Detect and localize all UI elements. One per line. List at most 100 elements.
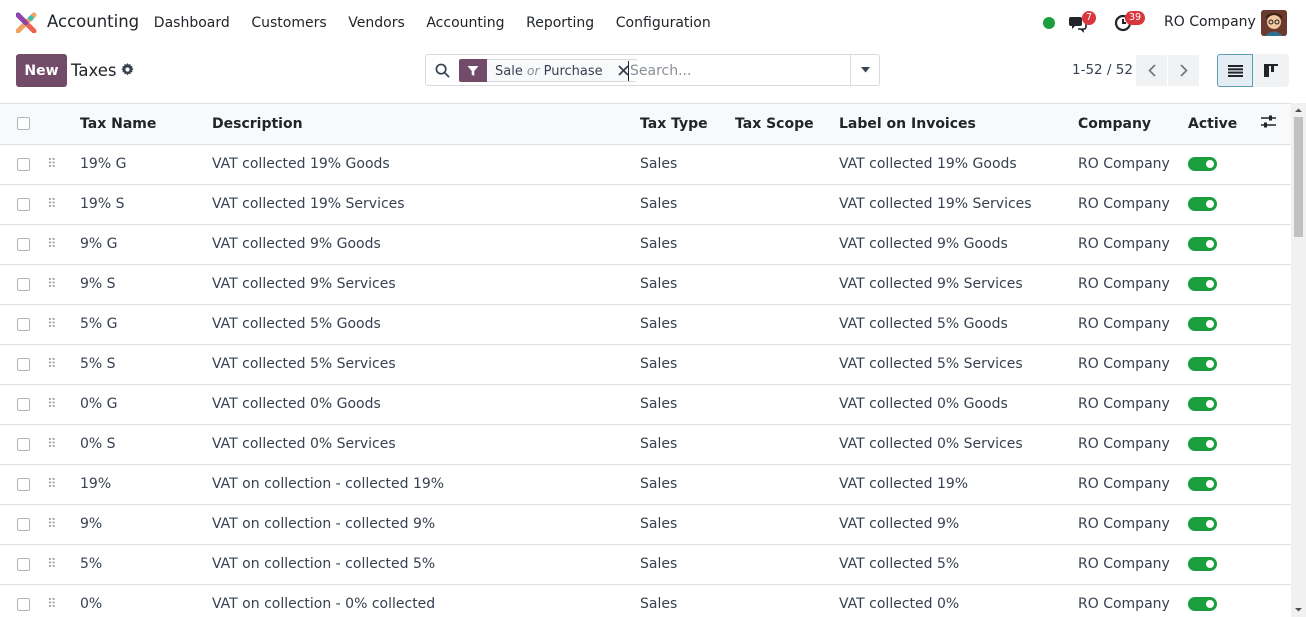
user-avatar[interactable] bbox=[1261, 10, 1287, 36]
table-row[interactable]: ⠿ 19% VAT on collection - collected 19% Sal… bbox=[0, 464, 1291, 505]
scroll-up-arrow-icon[interactable] bbox=[1291, 103, 1306, 118]
cell-company: RO Company bbox=[1078, 584, 1188, 617]
column-active[interactable]: Active bbox=[1188, 104, 1261, 145]
table-row[interactable]: ⠿ 0% S VAT collected 0% Services Sales VAT c… bbox=[0, 424, 1291, 465]
drag-handle-icon[interactable]: ⠿ bbox=[47, 157, 57, 172]
drag-handle-icon[interactable]: ⠿ bbox=[47, 237, 57, 252]
taxes-table: Tax Name Description Tax Type Tax Scope … bbox=[0, 104, 1291, 617]
column-tax-type[interactable]: Tax Type bbox=[640, 104, 735, 145]
scroll-down-arrow-icon[interactable] bbox=[1291, 602, 1306, 617]
row-checkbox[interactable] bbox=[17, 517, 30, 531]
company-switcher[interactable]: RO Company bbox=[1164, 14, 1256, 30]
drag-handle-icon[interactable]: ⠿ bbox=[47, 357, 57, 372]
column-description[interactable]: Description bbox=[212, 104, 640, 145]
drag-handle-icon[interactable]: ⠿ bbox=[47, 517, 57, 532]
menu-reporting[interactable]: Reporting bbox=[515, 15, 605, 31]
active-toggle[interactable] bbox=[1188, 437, 1217, 451]
pager-value[interactable]: 1-52 / 52 bbox=[1072, 62, 1133, 78]
column-company[interactable]: Company bbox=[1078, 104, 1188, 145]
menu-vendors[interactable]: Vendors bbox=[337, 15, 415, 31]
active-toggle[interactable] bbox=[1188, 477, 1217, 491]
cell-tax-name: 0% bbox=[80, 584, 212, 617]
table-row[interactable]: ⠿ 9% G VAT collected 9% Goods Sales VAT coll… bbox=[0, 224, 1291, 265]
table-row[interactable]: ⠿ 0% G VAT collected 0% Goods Sales VAT coll… bbox=[0, 384, 1291, 425]
cell-tax-type: Sales bbox=[640, 304, 735, 345]
active-toggle[interactable] bbox=[1188, 517, 1217, 531]
cell-description: VAT collected 0% Services bbox=[212, 424, 640, 465]
new-button[interactable]: New bbox=[16, 54, 67, 87]
table-row[interactable]: ⠿ 0% VAT on collection - 0% collected Sales… bbox=[0, 584, 1291, 617]
filter-icon bbox=[459, 59, 487, 82]
table-body: ⠿ 19% G VAT collected 19% Goods Sales VAT co… bbox=[0, 144, 1291, 617]
row-checkbox[interactable] bbox=[17, 397, 30, 411]
row-checkbox[interactable] bbox=[17, 357, 30, 371]
row-checkbox[interactable] bbox=[17, 557, 30, 571]
table-row[interactable]: ⠿ 5% S VAT collected 5% Services Sales VAT c… bbox=[0, 344, 1291, 385]
row-checkbox[interactable] bbox=[17, 477, 30, 491]
menu-configuration[interactable]: Configuration bbox=[605, 15, 722, 31]
row-checkbox[interactable] bbox=[17, 277, 30, 291]
table-row[interactable]: ⠿ 5% VAT on collection - collected 5% Sales… bbox=[0, 544, 1291, 585]
row-checkbox[interactable] bbox=[17, 197, 30, 211]
drag-handle-icon[interactable]: ⠿ bbox=[47, 437, 57, 452]
menu-accounting[interactable]: Accounting bbox=[416, 15, 516, 31]
drag-handle-icon[interactable]: ⠿ bbox=[47, 197, 57, 212]
list-view-icon[interactable] bbox=[1217, 54, 1253, 87]
drag-handle-icon[interactable]: ⠿ bbox=[47, 477, 57, 492]
row-checkbox[interactable] bbox=[17, 157, 30, 171]
chevron-left-icon[interactable] bbox=[1136, 55, 1167, 86]
cell-company: RO Company bbox=[1078, 544, 1188, 585]
cell-company: RO Company bbox=[1078, 144, 1188, 185]
drag-handle-icon[interactable]: ⠿ bbox=[47, 277, 57, 292]
caret-down-icon[interactable] bbox=[850, 55, 879, 85]
cell-tax-name: 9% S bbox=[80, 264, 212, 305]
gear-icon[interactable] bbox=[121, 63, 134, 76]
scrollbar-thumb[interactable] bbox=[1294, 117, 1303, 237]
facet-value-purchase: Purchase bbox=[543, 63, 603, 79]
messages-count-badge: 7 bbox=[1082, 11, 1097, 25]
table-row[interactable]: ⠿ 19% S VAT collected 19% Services Sales VAT… bbox=[0, 184, 1291, 225]
table-row[interactable]: ⠿ 9% VAT on collection - collected 9% Sales… bbox=[0, 504, 1291, 545]
cell-company: RO Company bbox=[1078, 424, 1188, 465]
cell-tax-name: 5% S bbox=[80, 344, 212, 385]
cell-tax-name: 0% G bbox=[80, 384, 212, 425]
active-toggle[interactable] bbox=[1188, 157, 1217, 171]
cell-tax-scope bbox=[735, 304, 839, 345]
kanban-view-icon[interactable] bbox=[1253, 54, 1289, 87]
search-input[interactable] bbox=[628, 61, 848, 81]
active-toggle[interactable] bbox=[1188, 597, 1217, 611]
active-toggle[interactable] bbox=[1188, 277, 1217, 291]
drag-handle-icon[interactable]: ⠿ bbox=[47, 557, 57, 572]
table-row[interactable]: ⠿ 5% G VAT collected 5% Goods Sales VAT coll… bbox=[0, 304, 1291, 345]
table-row[interactable]: ⠿ 19% G VAT collected 19% Goods Sales VAT co… bbox=[0, 144, 1291, 185]
sliders-icon[interactable] bbox=[1261, 104, 1291, 145]
app-name[interactable]: Accounting bbox=[47, 12, 139, 31]
column-tax-name[interactable]: Tax Name bbox=[80, 104, 212, 145]
cell-tax-scope bbox=[735, 384, 839, 425]
active-toggle[interactable] bbox=[1188, 357, 1217, 371]
vertical-scrollbar[interactable] bbox=[1291, 103, 1306, 617]
active-toggle[interactable] bbox=[1188, 317, 1217, 331]
drag-handle-icon[interactable]: ⠿ bbox=[47, 397, 57, 412]
active-toggle[interactable] bbox=[1188, 197, 1217, 211]
table-row[interactable]: ⠿ 9% S VAT collected 9% Services Sales VAT c… bbox=[0, 264, 1291, 305]
row-checkbox[interactable] bbox=[17, 437, 30, 451]
active-toggle[interactable] bbox=[1188, 237, 1217, 251]
column-tax-scope[interactable]: Tax Scope bbox=[735, 104, 839, 145]
cell-tax-scope bbox=[735, 224, 839, 265]
search-icon[interactable] bbox=[435, 63, 450, 78]
menu-dashboard[interactable]: Dashboard bbox=[143, 15, 241, 31]
menu-customers[interactable]: Customers bbox=[241, 15, 338, 31]
active-toggle[interactable] bbox=[1188, 557, 1217, 571]
app-logo-icon[interactable] bbox=[16, 12, 37, 33]
cell-company: RO Company bbox=[1078, 344, 1188, 385]
row-checkbox[interactable] bbox=[17, 237, 30, 251]
active-toggle[interactable] bbox=[1188, 397, 1217, 411]
drag-handle-icon[interactable]: ⠿ bbox=[47, 597, 57, 612]
drag-handle-icon[interactable]: ⠿ bbox=[47, 317, 57, 332]
row-checkbox[interactable] bbox=[17, 317, 30, 331]
row-checkbox[interactable] bbox=[17, 597, 30, 611]
select-all-checkbox[interactable] bbox=[17, 117, 30, 131]
chevron-right-icon[interactable] bbox=[1168, 55, 1199, 86]
column-label-on-invoices[interactable]: Label on Invoices bbox=[839, 104, 1078, 145]
